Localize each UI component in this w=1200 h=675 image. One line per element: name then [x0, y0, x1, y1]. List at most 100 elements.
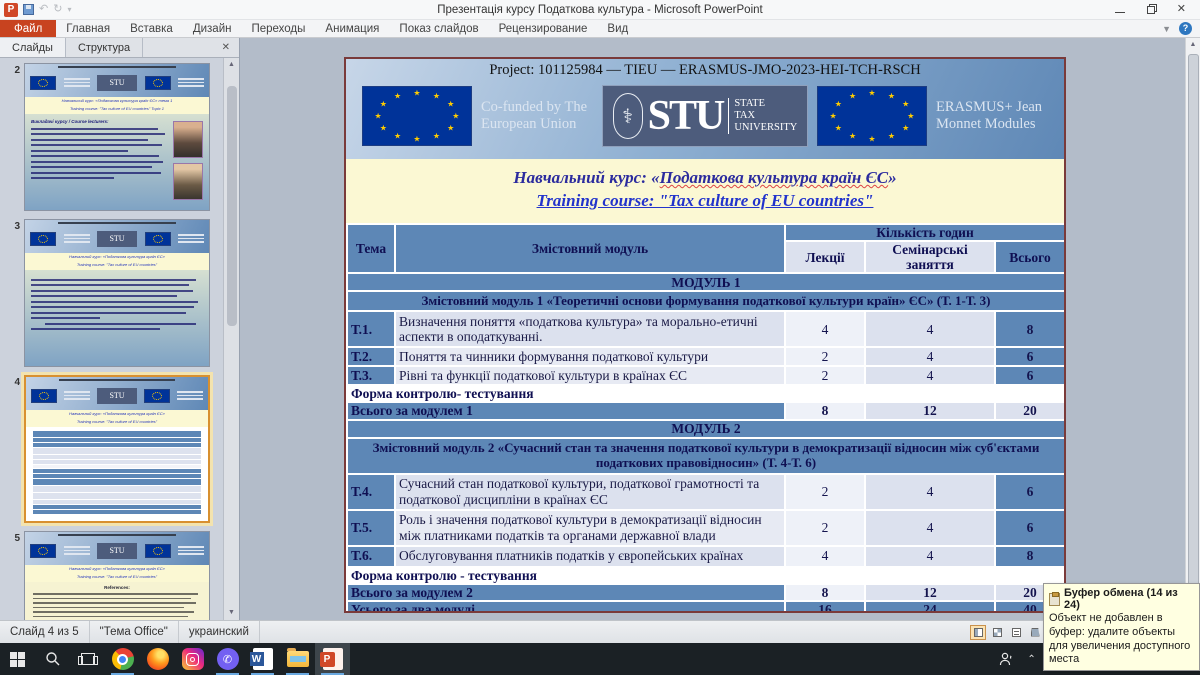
viber-icon: ✆: [217, 648, 239, 670]
eu-flag-icon: [145, 76, 171, 90]
taskbar-powerpoint[interactable]: P: [315, 643, 350, 675]
help-icon[interactable]: ?: [1179, 22, 1192, 35]
slideshow-button[interactable]: [1027, 625, 1043, 640]
ribbon-tab-home[interactable]: Главная: [56, 20, 120, 37]
thumb-header-band: STU: [25, 220, 209, 253]
module2-total-row: Всього за модулем 2 8 12 20: [347, 584, 1065, 601]
thumbnail-slide-3[interactable]: 3 STU Навчальний курс: «Податкова культу…: [4, 219, 219, 367]
language-indicator[interactable]: украинский: [179, 621, 260, 643]
search-button[interactable]: [35, 643, 70, 675]
tray-expand-icon[interactable]: ⌃: [1027, 654, 1035, 665]
caduceus-icon: ⚕: [613, 93, 643, 139]
table-row: Т.3. Рівні та функції податкової культур…: [347, 366, 1065, 385]
thumbnail-slide-4-selected[interactable]: 4 STU Навчальний курс: «Податкова культу…: [4, 375, 219, 523]
grand-total-row: Усього за два модулі 16 24 40: [347, 601, 1065, 613]
thumbnail-slide-2[interactable]: 2 STU Навчальний курс: «Податкова культу…: [4, 63, 219, 211]
taskbar-chrome[interactable]: [105, 643, 140, 675]
thumb-header-band: STU: [26, 377, 208, 410]
table-row: Т.4. Сучасний стан податкової культури, …: [347, 474, 1065, 510]
panel-close-icon[interactable]: ✕: [213, 38, 239, 57]
eu-flag-icon: [30, 544, 56, 558]
start-button[interactable]: [0, 643, 35, 675]
theme-name[interactable]: "Тема Office": [90, 621, 179, 643]
tab-slides[interactable]: Слайды: [0, 38, 66, 57]
sidebar-scrollbar[interactable]: ▲ ▼: [223, 58, 239, 620]
eu-flag-icon: [145, 544, 171, 558]
stu-logo: ⚕ STU STATE TAX UNIVERSITY: [602, 85, 808, 147]
slide-header-band: Project: 101125984 — TIEU — ERASMUS-JMO-…: [346, 59, 1064, 159]
course-hours-table: Тема Змістовний модуль Кількість годин Л…: [346, 223, 1066, 613]
slide-sorter-button[interactable]: [989, 625, 1005, 640]
expand-ribbon-icon[interactable]: ▼: [1162, 24, 1171, 34]
taskbar-instagram[interactable]: [175, 643, 210, 675]
module2-header: МОДУЛЬ 2: [347, 420, 1065, 438]
window-controls: ✕: [1115, 4, 1200, 15]
clipboard-tooltip: Буфер обмена (14 из 24) Объект не добавл…: [1043, 583, 1200, 671]
window-title: Презентація курсу Податкова культура - M…: [0, 4, 1200, 16]
ribbon-tab-file[interactable]: Файл: [0, 20, 56, 37]
thumb-header-band: STU: [25, 532, 209, 565]
chrome-icon: [112, 648, 134, 670]
ribbon-tab-review[interactable]: Рецензирование: [489, 20, 598, 37]
thumbnail-slide-5[interactable]: 5 STU Навчальний курс: «Податкова культу…: [4, 531, 219, 620]
lecturer-photo: [173, 121, 203, 158]
search-icon: [45, 651, 61, 667]
taskbar-viber[interactable]: ✆: [210, 643, 245, 675]
slide-number: 5: [4, 531, 20, 620]
windows-taskbar: ✆ W P ⌃ УКР 18:59 06.10.2025 1: [0, 643, 1200, 675]
col-header-lectures: Лекції: [785, 241, 865, 273]
ribbon-tab-design[interactable]: Дизайн: [183, 20, 242, 37]
scroll-down-icon[interactable]: ▼: [228, 606, 235, 620]
eu-flag-icon: [30, 232, 56, 246]
tab-outline[interactable]: Структура: [66, 38, 143, 57]
normal-view-button[interactable]: [970, 625, 986, 640]
stu-logo: STU: [97, 543, 137, 559]
scroll-up-icon[interactable]: ▲: [1190, 38, 1197, 52]
eu-flag-icon: ★★★★★★★★★★★★: [817, 86, 927, 146]
control-form-row: Форма контролю- тестування: [347, 385, 1065, 402]
save-icon[interactable]: [23, 4, 34, 15]
stu-logo: STU: [97, 75, 137, 91]
scrollbar-thumb[interactable]: [227, 86, 237, 326]
thumb-title-strip: Навчальний курс: «Податкова культура кра…: [26, 410, 208, 427]
slide-number: 2: [4, 63, 20, 211]
taskbar-explorer[interactable]: [280, 643, 315, 675]
powerpoint-app-icon[interactable]: P: [4, 3, 18, 17]
thumb-title-strip: Навчальний курс: «Податкова культура кра…: [25, 97, 209, 114]
ribbon-tab-transitions[interactable]: Переходы: [241, 20, 315, 37]
word-icon: W: [253, 648, 273, 670]
current-slide[interactable]: Project: 101125984 — TIEU — ERASMUS-JMO-…: [344, 57, 1066, 613]
stu-logo: STU: [97, 388, 137, 404]
task-view-button[interactable]: [70, 643, 105, 675]
table-row: Т.6. Обслуговування платників податків у…: [347, 546, 1065, 567]
table-row: Т.5. Роль і значення податкової культури…: [347, 510, 1065, 546]
undo-icon[interactable]: ↶: [39, 4, 48, 15]
main-scrollbar[interactable]: ▲ ▲ ▼: [1185, 38, 1200, 620]
restore-button[interactable]: [1147, 6, 1155, 14]
ribbon-tab-slideshow[interactable]: Показ слайдов: [389, 20, 488, 37]
window-titlebar: P ↶ ↻ ▾ Презентація курсу Податкова куль…: [0, 0, 1200, 20]
taskbar-firefox[interactable]: [140, 643, 175, 675]
thumb-body-heading: Викладачі курсу / Course lecturers:: [31, 119, 169, 124]
clipboard-icon: [1049, 593, 1060, 606]
col-header-total: Всього: [995, 241, 1065, 273]
quick-access-toolbar: P ↶ ↻ ▾: [0, 3, 71, 17]
module1-total-row: Всього за модулем 1 8 12 20: [347, 402, 1065, 419]
reading-view-button[interactable]: [1008, 625, 1024, 640]
slide-counter: Слайд 4 из 5: [0, 621, 90, 643]
qat-dropdown-icon[interactable]: ▾: [67, 5, 71, 14]
ribbon-tab-animations[interactable]: Анимация: [315, 20, 389, 37]
task-view-icon: [81, 653, 95, 665]
close-button[interactable]: ✕: [1177, 4, 1186, 15]
ribbon-tab-view[interactable]: Вид: [597, 20, 638, 37]
taskbar-word[interactable]: W: [245, 643, 280, 675]
tooltip-body: Объект не добавлен в буфер: удалите объе…: [1049, 612, 1194, 667]
redo-icon[interactable]: ↻: [53, 4, 62, 15]
people-icon[interactable]: [999, 652, 1015, 666]
scroll-up-icon[interactable]: ▲: [228, 58, 235, 72]
eu-flag-icon: [30, 76, 56, 90]
stu-logo: STU: [97, 231, 137, 247]
ribbon-tab-insert[interactable]: Вставка: [120, 20, 183, 37]
minimize-button[interactable]: [1115, 12, 1125, 13]
scrollbar-thumb[interactable]: [1188, 54, 1199, 590]
